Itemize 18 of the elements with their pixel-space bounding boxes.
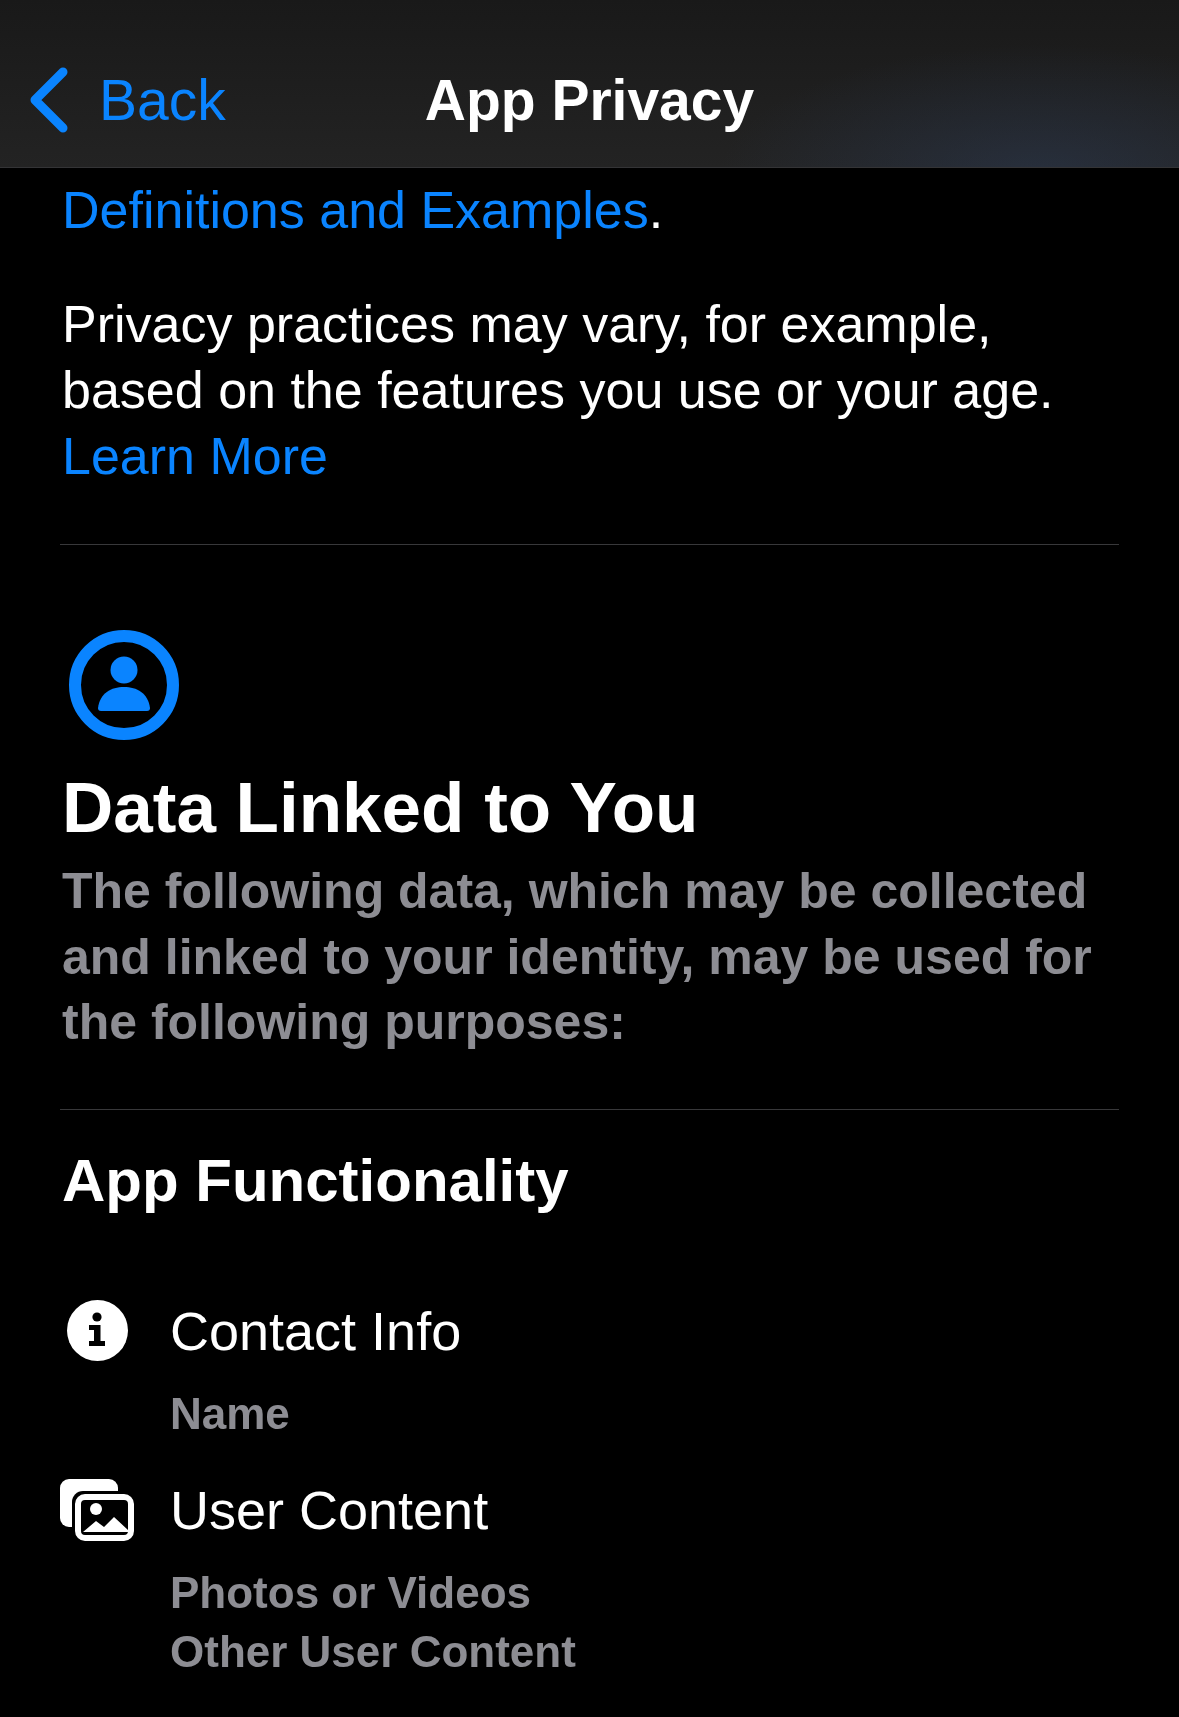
section-description: The following data, which may be collected and linked to your identity, may be used for the following purposes: <box>62 862 1093 1052</box>
photo-stack-icon <box>60 1478 134 1541</box>
definitions-link[interactable]: Definitions and Examples <box>62 181 649 239</box>
category-title: App Functionality <box>62 1147 570 1214</box>
definitions-text: Definitions and Examples. <box>62 180 665 241</box>
data-type-label: Name <box>170 1387 291 1440</box>
learn-more-link[interactable]: Learn More <box>62 427 328 485</box>
section-title: Data Linked to You <box>62 768 700 848</box>
data-type-label: Photos or Videos <box>170 1566 533 1619</box>
data-type-label: Other User Content <box>170 1625 577 1678</box>
privacy-note: Privacy practices may vary, for example, based on the features you use or your age. Learn More <box>62 294 1055 487</box>
back-button[interactable]: Back <box>28 66 226 133</box>
data-category-label: Contact Info <box>170 1299 463 1363</box>
info-icon <box>66 1300 128 1361</box>
nav-title: App Privacy <box>424 66 755 133</box>
person-circle-icon <box>69 630 179 740</box>
chevron-left-icon <box>28 66 70 133</box>
data-category-label: User Content <box>170 1478 490 1542</box>
